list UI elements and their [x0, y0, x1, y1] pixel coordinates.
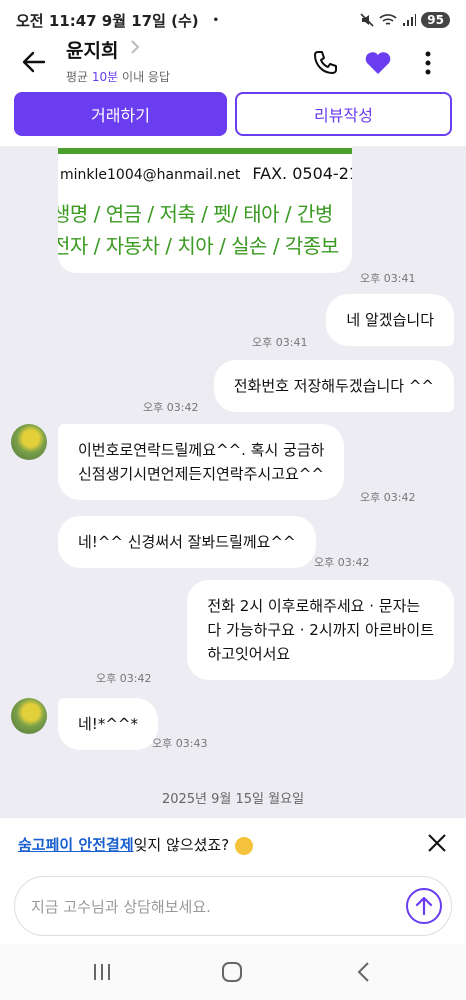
sent-message[interactable]: 전화 2시 이후로해주세요 · 문자는 다 가능하구요 · 2시까지 아르바이트… — [187, 580, 454, 680]
send-arrow-icon[interactable] — [405, 887, 443, 925]
message-time: 오후 03:42 — [96, 672, 152, 685]
banner-text: 잊지 않으셨죠? — [133, 835, 230, 854]
action-buttons: 거래하기 리뷰작성 — [14, 92, 452, 136]
status-icons: 95 — [359, 12, 450, 28]
image-divider — [58, 148, 352, 154]
status-dot: • — [212, 14, 220, 26]
received-message[interactable]: 네!*^^* — [58, 698, 158, 750]
received-message[interactable]: 네!^^ 신경써서 잘봐드릴께요^^ — [58, 516, 316, 568]
image-message[interactable]: minkle1004@hanmail.net FAX. 0504-21 생명 / … — [58, 146, 352, 273]
message-line: 다 가능하구요 · 2시까지 아르바이트 — [207, 621, 434, 639]
sent-message[interactable]: 전화번호 저장해두겠습니다 ^^ — [213, 360, 454, 412]
recent-apps-icon[interactable] — [88, 958, 116, 986]
message-line: 이번호로연락드릴께요^^. 혹시 궁금하 — [78, 441, 325, 459]
response-suffix: 이내 응답 — [118, 70, 171, 84]
home-icon[interactable] — [218, 958, 246, 986]
system-nav-bar — [0, 944, 466, 1000]
chat-messages[interactable]: minkle1004@hanmail.net FAX. 0504-21 생명 / … — [0, 146, 466, 818]
message-time: 오후 03:42 — [360, 491, 416, 504]
image-fax: FAX. 0504-21 — [252, 164, 352, 183]
message-time: 오후 03:41 — [252, 336, 308, 349]
safe-payment-banner: 숨고페이 안전결제 잊지 않으셨죠? — [0, 818, 466, 870]
avatar[interactable] — [11, 698, 47, 734]
back-arrow-icon[interactable] — [20, 48, 48, 76]
write-review-button[interactable]: 리뷰작성 — [235, 92, 452, 136]
received-message[interactable]: 이번호로연락드릴께요^^. 혹시 궁금하 신점생기시면언제든지연락주시고요^^ — [58, 424, 345, 500]
message-line: 전화 2시 이후로해주세요 · 문자는 — [207, 597, 421, 615]
status-time: 오전 11:47 9월 17일 (수) — [16, 11, 199, 30]
response-time: 평균 10분 이내 응답 — [66, 68, 170, 85]
more-options-icon[interactable] — [418, 48, 438, 78]
image-email: minkle1004@hanmail.net — [60, 167, 241, 183]
image-products-line-2: 전자 / 자동차 / 치아 / 실손 / 각종보 — [58, 234, 339, 258]
message-line: 신점생기시면언제든지연락주시고요^^ — [78, 465, 324, 483]
message-line: 하고잇어서요 — [207, 645, 291, 663]
contact-name[interactable]: 윤지희 — [66, 36, 118, 63]
mute-icon — [360, 13, 374, 27]
safe-payment-link[interactable]: 숨고페이 안전결제 — [18, 834, 134, 855]
sent-message[interactable]: 네 알겠습니다 — [326, 294, 454, 346]
heart-icon[interactable] — [363, 48, 393, 78]
chevron-right-icon[interactable] — [128, 36, 142, 58]
message-time: 오후 03:42 — [143, 401, 199, 414]
message-time: 오후 03:43 — [152, 737, 208, 750]
smile-emoji-icon — [235, 837, 254, 855]
image-products-line-1: 생명 / 연금 / 저축 / 펫/ 태아 / 간병 — [58, 202, 333, 226]
message-composer — [14, 876, 452, 936]
response-minutes: 10분 — [91, 70, 119, 84]
chat-header: 윤지희 평균 10분 이내 응답 — [0, 30, 466, 90]
date-separator: 2025년 9월 15일 월요일 — [161, 792, 305, 807]
battery-badge: 95 — [421, 12, 450, 28]
message-time: 오후 03:42 — [314, 556, 370, 569]
message-input[interactable] — [31, 892, 391, 922]
avatar[interactable] — [11, 424, 47, 460]
back-nav-icon[interactable] — [350, 958, 378, 986]
image-contact-line: minkle1004@hanmail.net FAX. 0504-21 — [60, 164, 352, 183]
message-time: 오후 03:41 — [360, 272, 416, 285]
wifi-icon — [379, 14, 397, 25]
response-prefix: 평균 — [66, 70, 92, 84]
trade-button[interactable]: 거래하기 — [14, 92, 227, 136]
signal-icon — [403, 14, 417, 26]
phone-icon[interactable] — [310, 48, 340, 78]
close-icon[interactable] — [426, 832, 448, 854]
